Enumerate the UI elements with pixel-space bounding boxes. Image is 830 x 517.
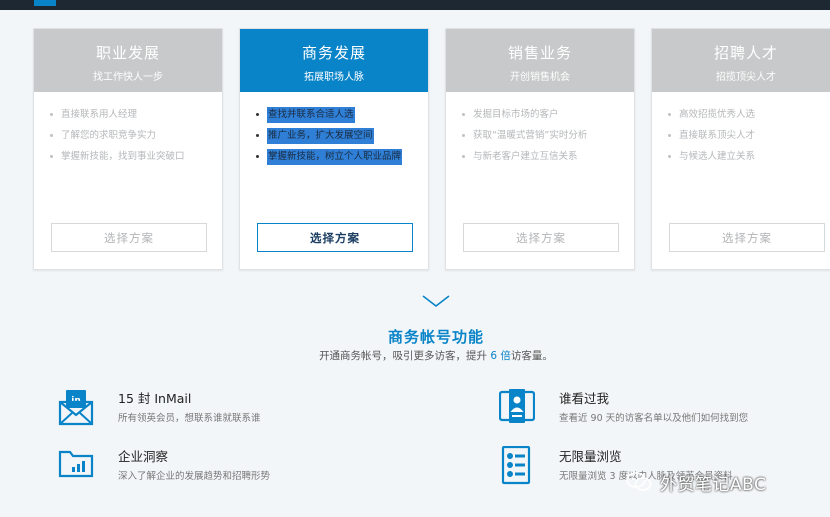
plan-feature: 与候选人建立关系 bbox=[668, 146, 830, 167]
plan-subtitle: 招揽顶尖人才 bbox=[716, 72, 776, 83]
plan-feature: 直接联系顶尖人才 bbox=[668, 125, 830, 146]
plan-feature: 查找并联系合适人选 bbox=[256, 104, 428, 125]
plan-subtitle: 开创销售机会 bbox=[510, 72, 570, 83]
plan-subtitle: 找工作快人一步 bbox=[93, 72, 163, 83]
plan-feature-list: 查找并联系合适人选 推广业务，扩大发展空间 掌握新技能，树立个人职业品牌 bbox=[240, 92, 428, 167]
top-navigation-bar bbox=[0, 0, 830, 10]
inmail-envelope-icon: in bbox=[58, 390, 94, 426]
bullet-icon bbox=[256, 155, 259, 158]
plan-feature: 了解您的求职竞争实力 bbox=[50, 125, 222, 146]
company-insights-icon bbox=[58, 450, 94, 478]
plan-feature: 掌握新技能，树立个人职业品牌 bbox=[256, 146, 428, 167]
bullet-icon bbox=[668, 113, 671, 116]
plan-title: 职业发展 bbox=[95, 44, 160, 62]
active-nav-indicator bbox=[34, 0, 56, 6]
plan-card-recruiter: 招聘人才 招揽顶尖人才 高效招揽优秀人选 直接联系顶尖人才 与候选人建立关系 选… bbox=[651, 28, 830, 270]
plan-header: 招聘人才 招揽顶尖人才 bbox=[652, 29, 830, 92]
plan-feature-list: 高效招揽优秀人选 直接联系顶尖人才 与候选人建立关系 bbox=[652, 92, 830, 167]
bullet-icon bbox=[462, 155, 465, 158]
feature-title: 无限量浏览 bbox=[559, 449, 622, 464]
feature-inmail: in 15 封 InMail 所有领英会员，想联系谁就联系谁 bbox=[58, 388, 388, 438]
bullet-icon bbox=[256, 113, 259, 116]
plan-cards: 职业发展 找工作快人一步 直接联系用人经理 了解您的求职竞争实力 掌握新技能，找… bbox=[0, 28, 830, 270]
plan-feature: 掌握新技能，找到事业突破口 bbox=[50, 146, 222, 167]
plan-feature: 推广业务，扩大发展空间 bbox=[256, 125, 428, 146]
profile-viewer-icon bbox=[499, 389, 535, 423]
plan-card-career: 职业发展 找工作快人一步 直接联系用人经理 了解您的求职竞争实力 掌握新技能，找… bbox=[33, 28, 223, 270]
select-plan-button[interactable]: 选择方案 bbox=[669, 223, 825, 252]
plan-feature: 发掘目标市场的客户 bbox=[462, 104, 634, 125]
plan-feature-list: 发掘目标市场的客户 获取“温暖式营销”实时分析 与新老客户建立互信关系 bbox=[446, 92, 634, 167]
watermark-text: 外贸笔记ABC bbox=[660, 474, 767, 495]
feature-title: 15 封 InMail bbox=[118, 391, 192, 406]
plan-feature-list: 直接联系用人经理 了解您的求职竞争实力 掌握新技能，找到事业突破口 bbox=[34, 92, 222, 167]
feature-profile-viewers: 谁看过我 查看近 90 天的访客名单以及他们如何找到您 bbox=[499, 388, 829, 438]
plan-card-sales: 销售业务 开创销售机会 发掘目标市场的客户 获取“温暖式营销”实时分析 与新老客… bbox=[445, 28, 635, 270]
chevron-down-icon[interactable] bbox=[421, 294, 451, 308]
plan-card-business: 商务发展 拓展职场人脉 查找并联系合适人选 推广业务，扩大发展空间 掌握新技能，… bbox=[239, 28, 429, 270]
section-title: 商务帐号功能 bbox=[387, 328, 484, 346]
plan-header: 商务发展 拓展职场人脉 bbox=[240, 29, 428, 92]
plan-feature: 高效招揽优秀人选 bbox=[668, 104, 830, 125]
plan-title: 销售业务 bbox=[507, 44, 572, 62]
feature-title: 谁看过我 bbox=[559, 391, 610, 406]
plan-subtitle: 拓展职场人脉 bbox=[304, 72, 364, 83]
bullet-icon bbox=[50, 155, 53, 158]
bullet-icon bbox=[50, 113, 53, 116]
bullet-icon bbox=[256, 134, 259, 137]
select-plan-button[interactable]: 选择方案 bbox=[463, 223, 619, 252]
watermark: 外贸笔记ABC bbox=[626, 468, 826, 496]
plan-feature: 直接联系用人经理 bbox=[50, 104, 222, 125]
plan-title: 商务发展 bbox=[301, 44, 366, 62]
feature-company-insights: 企业洞察 深入了解企业的发展趋势和招聘形势 bbox=[58, 446, 388, 496]
bullet-icon bbox=[668, 155, 671, 158]
feature-desc: 查看近 90 天的访客名单以及他们如何找到您 bbox=[559, 413, 749, 424]
wechat-icon bbox=[626, 472, 652, 491]
select-plan-button[interactable]: 选择方案 bbox=[51, 223, 207, 252]
select-plan-button[interactable]: 选择方案 bbox=[257, 223, 413, 252]
highlight-figure: 6 倍 bbox=[490, 350, 511, 362]
bullet-icon bbox=[668, 134, 671, 137]
feature-desc: 所有领英会员，想联系谁就联系谁 bbox=[118, 413, 261, 424]
feature-title: 企业洞察 bbox=[118, 449, 169, 464]
bullet-icon bbox=[462, 113, 465, 116]
plan-header: 职业发展 找工作快人一步 bbox=[34, 29, 222, 92]
bullet-icon bbox=[50, 134, 53, 137]
section-subtitle: 开通商务帐号，吸引更多访客，提升 6 倍访客量。 bbox=[319, 350, 553, 362]
plan-feature: 获取“温暖式营销”实时分析 bbox=[462, 125, 634, 146]
plan-title: 招聘人才 bbox=[713, 44, 778, 62]
unlimited-browse-icon bbox=[501, 446, 531, 485]
feature-desc: 深入了解企业的发展趋势和招聘形势 bbox=[118, 471, 271, 482]
bullet-icon bbox=[462, 134, 465, 137]
plan-feature: 与新老客户建立互信关系 bbox=[462, 146, 634, 167]
plan-header: 销售业务 开创销售机会 bbox=[446, 29, 634, 92]
